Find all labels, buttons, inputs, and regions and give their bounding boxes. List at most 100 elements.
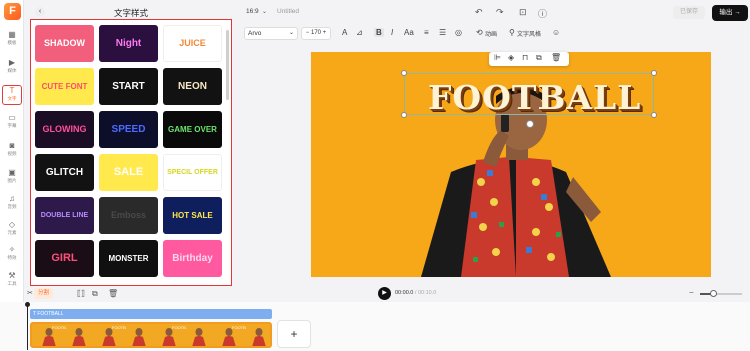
delete-icon[interactable]: 🗑: [108, 289, 118, 298]
text-style-sample: JUICE: [179, 38, 206, 48]
time-display: 00:00.0 / 00:10.0: [395, 290, 436, 296]
align-icon[interactable]: ≡: [424, 28, 429, 37]
help-icon[interactable]: ⓘ: [538, 7, 547, 20]
text-style-button[interactable]: 文字风格: [517, 29, 541, 38]
panel-scrollbar[interactable]: [226, 30, 229, 100]
duration: / 00:10.0: [414, 290, 437, 296]
text-style-tile[interactable]: CUTE FONT: [35, 68, 94, 105]
playhead[interactable]: [27, 302, 28, 350]
add-clip-button[interactable]: +: [277, 320, 311, 348]
text-track-clip[interactable]: T FOOTBALL: [30, 309, 272, 319]
case-icon[interactable]: Aa: [404, 28, 414, 37]
subtitle-icon: ▭: [8, 113, 16, 122]
panel-title: 文字样式: [113, 8, 148, 18]
trim-icon[interactable]: ⟦⟧: [77, 289, 85, 298]
split-button[interactable]: 分割: [34, 288, 54, 299]
rail-item-label: 模板: [7, 40, 17, 45]
text-style-sample: Night: [115, 37, 142, 49]
rail-item-1[interactable]: ▶ 媒体: [2, 58, 22, 78]
effect-icon: ✧: [8, 245, 16, 254]
text-style-tile[interactable]: GAME OVER: [163, 111, 222, 148]
rail-item-8[interactable]: ✧ 特效: [2, 245, 22, 265]
zoom-knob[interactable]: [709, 290, 717, 297]
bold-icon[interactable]: B: [374, 28, 384, 37]
playback-bar: ✂ 分割 ⟦⟧ ⧉ 🗑 ▶ 00:00.0 / 00:10.0 −: [0, 286, 750, 302]
font-size-input[interactable]: − 170 +: [301, 27, 331, 40]
text-style-tile[interactable]: Birthday: [163, 240, 222, 277]
play-button[interactable]: ▶: [378, 287, 391, 300]
resize-handle-tr[interactable]: [651, 70, 657, 76]
undo-icon[interactable]: ↶: [475, 7, 483, 18]
app-logo[interactable]: F: [4, 3, 21, 20]
text-style-tile[interactable]: SPEED: [99, 111, 158, 148]
delete-icon[interactable]: 🗑: [551, 53, 561, 62]
text-style-sample: SPEED: [111, 123, 146, 135]
aspect-ratio-select[interactable]: 16:9: [246, 8, 259, 15]
text-style-tile[interactable]: SPECIL OFFER: [163, 154, 222, 191]
text-style-tile[interactable]: START: [99, 68, 158, 105]
text-style-panel: SHADOW Night JUICE CUTE FONT START NEON GLOWIN…: [30, 19, 232, 286]
minus-icon[interactable]: −: [306, 30, 310, 36]
font-family-select[interactable]: Arvo ⌄: [244, 27, 298, 40]
text-style-tile[interactable]: GLITCH: [35, 154, 94, 191]
timeline: T FOOTBALL FOOTBALL FOOTBALL FOOTBALL FOOTB…: [0, 302, 750, 351]
rail-item-0[interactable]: ▦ 模板: [2, 30, 22, 50]
zoom-out-icon[interactable]: −: [689, 288, 694, 297]
animation-icon[interactable]: ⟲: [476, 28, 483, 37]
effects-icon[interactable]: ◎: [455, 28, 462, 37]
resize-handle-tl[interactable]: [401, 70, 407, 76]
split-icon[interactable]: ✂: [27, 289, 33, 297]
chevron-down-icon[interactable]: ⌄: [262, 8, 267, 15]
text-style-sample: GIRL: [51, 252, 78, 264]
lock-icon[interactable]: ⊓: [522, 53, 528, 62]
screenshot-icon[interactable]: ⊡: [519, 7, 527, 18]
text-style-tile[interactable]: GLOWING: [35, 111, 94, 148]
text-style-sample: DOUBLE LINE: [40, 212, 89, 219]
resize-handle-br[interactable]: [651, 112, 657, 118]
rail-item-2[interactable]: T 文字: [2, 85, 22, 105]
spacing-icon[interactable]: ☰: [439, 28, 446, 37]
text-style-tile[interactable]: DOUBLE LINE: [35, 197, 94, 234]
text-style-tile[interactable]: JUICE: [163, 25, 222, 62]
animation-button[interactable]: 动画: [485, 29, 497, 38]
resize-handle-bl[interactable]: [401, 112, 407, 118]
align-icon[interactable]: ⊫: [494, 53, 501, 62]
zoom-slider[interactable]: [700, 290, 742, 297]
export-button[interactable]: 输出 →: [712, 5, 748, 21]
video-track-clip[interactable]: FOOTBALL FOOTBALL FOOTBALL FOOTBALL: [30, 322, 272, 348]
rotate-handle[interactable]: [526, 120, 534, 128]
rail-item-6[interactable]: ♫ 音频: [2, 194, 22, 214]
layers-icon[interactable]: ◈: [508, 53, 514, 62]
text-style-tile[interactable]: NEON: [163, 68, 222, 105]
text-style-tile[interactable]: GIRL: [35, 240, 94, 277]
text-style-tile[interactable]: Emboss: [99, 197, 158, 234]
copy-icon[interactable]: ⧉: [536, 53, 542, 63]
text-style-tile[interactable]: SHADOW: [35, 25, 94, 62]
comment-icon[interactable]: ☺: [552, 28, 560, 37]
playhead-handle[interactable]: [25, 302, 30, 307]
text-style-tile[interactable]: Night: [99, 25, 158, 62]
highlight-color-icon[interactable]: ⊿: [356, 28, 363, 37]
rail-item-4[interactable]: ◙ 视频: [2, 141, 22, 161]
rail-item-5[interactable]: ▣ 图片: [2, 168, 22, 188]
editor-app: F ▦ 模板 ▶ 媒体 T 文字 ▭ 字幕 ◙ 视频 ▣ 图片 ♫ 音频 ◇ 元素 ✧ 特效 ⚒ 工具 SHADOW N…: [0, 0, 750, 351]
text-style-tile[interactable]: SALE: [99, 154, 158, 191]
text-color-icon[interactable]: A: [342, 28, 347, 37]
video-thumbnail: [66, 325, 92, 346]
element-icon: ◇: [8, 220, 16, 229]
text-style-tile[interactable]: HOT SALE: [163, 197, 222, 234]
text-icon: T: [9, 86, 15, 95]
italic-icon[interactable]: I: [391, 28, 393, 37]
text-style-icon[interactable]: ⚲: [509, 28, 515, 37]
plus-icon[interactable]: +: [323, 30, 327, 36]
saved-status-button: 已保存: [673, 6, 705, 19]
chevron-down-icon: ⌄: [288, 30, 294, 36]
document-title[interactable]: Untitled: [277, 8, 299, 15]
text-selection-box[interactable]: [404, 73, 654, 115]
text-style-tile[interactable]: MONSTER: [99, 240, 158, 277]
rail-item-3[interactable]: ▭ 字幕: [2, 113, 22, 133]
redo-icon[interactable]: ↷: [496, 7, 504, 18]
rail-item-7[interactable]: ◇ 元素: [2, 220, 22, 240]
font-size-value: 170: [310, 30, 321, 36]
duplicate-icon[interactable]: ⧉: [92, 289, 98, 299]
